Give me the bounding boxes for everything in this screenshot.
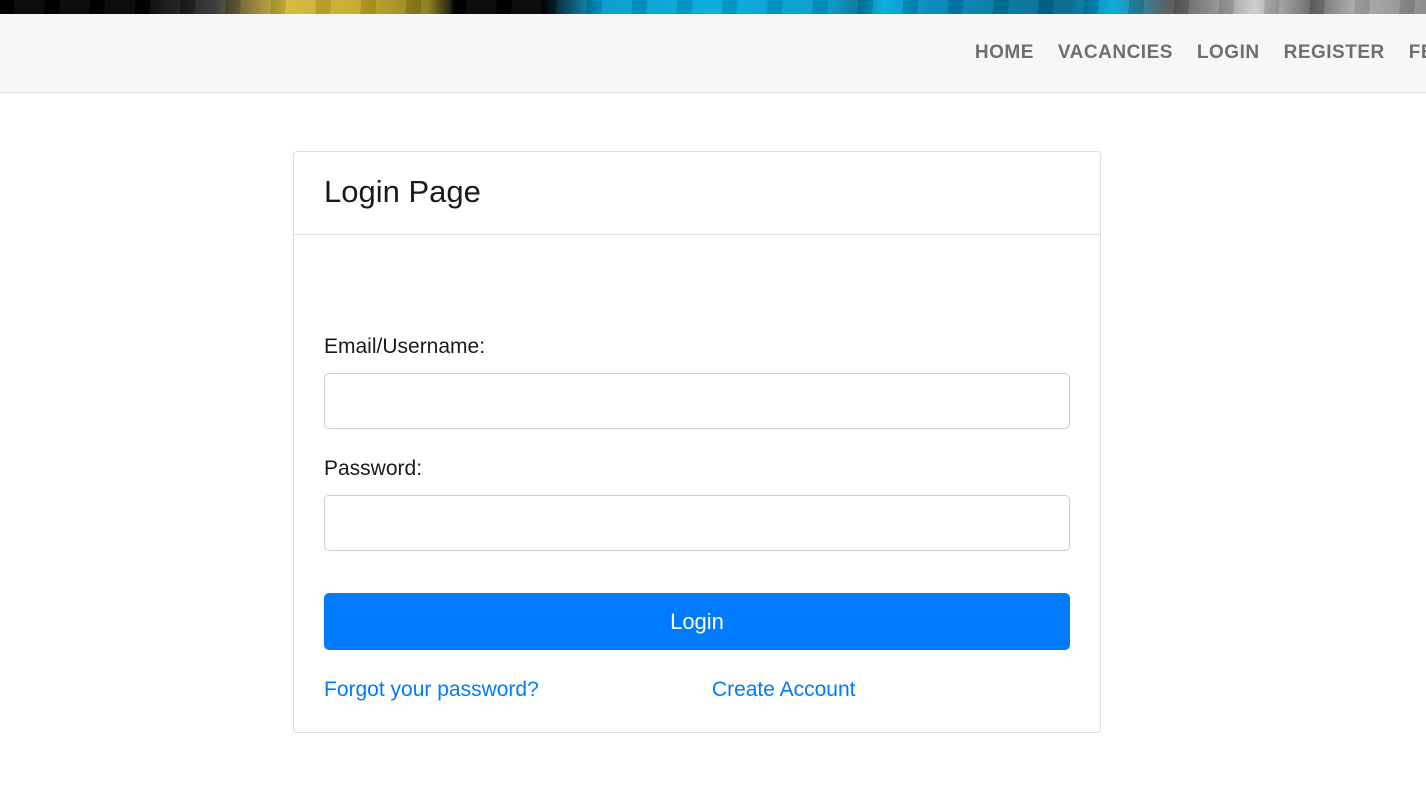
nav-home[interactable]: HOME — [975, 42, 1034, 64]
password-label: Password: — [324, 457, 1070, 481]
links-row: Forgot your password? Create Account — [324, 678, 1070, 702]
nav-vacancies[interactable]: VACANCIES — [1058, 42, 1173, 64]
username-group: Email/Username: — [324, 335, 1070, 429]
create-account-container: Create Account — [712, 678, 1070, 702]
page-title: Login Page — [324, 174, 1070, 210]
login-card: Login Page Email/Username: Password: Log… — [293, 151, 1101, 733]
nav-register[interactable]: REGISTER — [1284, 42, 1385, 64]
header-banner — [0, 0, 1426, 14]
create-account-link[interactable]: Create Account — [712, 678, 856, 701]
card-header: Login Page — [294, 152, 1100, 235]
content-area: Login Page Email/Username: Password: Log… — [0, 93, 1426, 733]
card-body: Email/Username: Password: Login Forgot y… — [294, 235, 1100, 732]
forgot-password-container: Forgot your password? — [324, 678, 712, 702]
login-button[interactable]: Login — [324, 593, 1070, 650]
password-group: Password: — [324, 457, 1070, 551]
nav-feedback-partial[interactable]: FE — [1409, 42, 1426, 64]
nav-links-container: HOME VACANCIES LOGIN REGISTER FE — [975, 42, 1426, 64]
username-input[interactable] — [324, 373, 1070, 429]
main-nav: HOME VACANCIES LOGIN REGISTER FE — [0, 14, 1426, 93]
username-label: Email/Username: — [324, 335, 1070, 359]
forgot-password-link[interactable]: Forgot your password? — [324, 678, 539, 701]
password-input[interactable] — [324, 495, 1070, 551]
nav-login[interactable]: LOGIN — [1197, 42, 1260, 64]
